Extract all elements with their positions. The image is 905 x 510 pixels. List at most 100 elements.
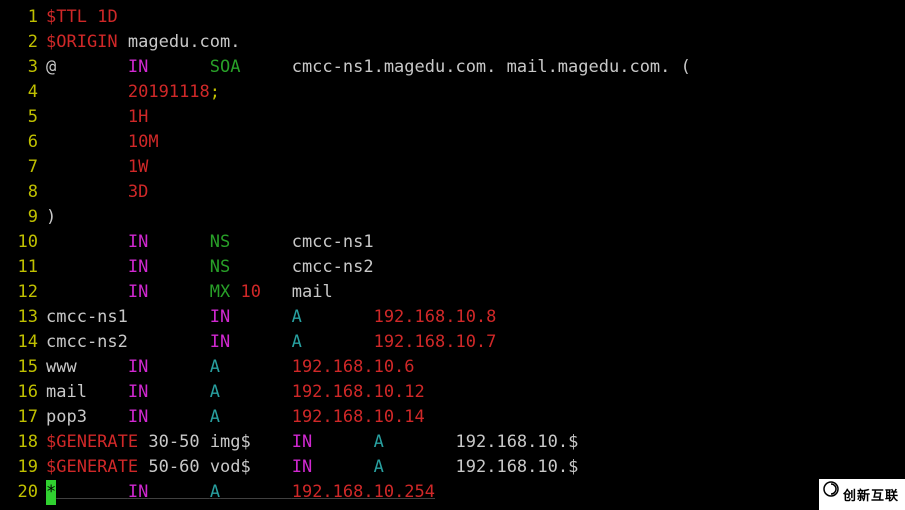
line-content: 3D [46,180,148,205]
code-token: 30-50 [148,432,199,452]
line-content: pop3 IN A 192.168.10.14 [46,405,425,430]
line-content: 1H [46,105,148,130]
line-content: IN MX 10 mail [46,280,333,305]
code-token [148,57,209,77]
line-content: 20191118; [46,80,220,105]
code-token [220,382,292,402]
code-token: magedu.com. [128,32,241,52]
line-content: 10M [46,130,159,155]
code-token: $TTL [46,7,87,27]
code-token: 20191118 [128,82,210,102]
code-editor[interactable]: 1$TTL 1D2$ORIGIN magedu.com.3@ IN SOA cm… [0,0,905,505]
line-content: $TTL 1D [46,5,118,30]
code-line[interactable]: 18$GENERATE 30-50 img$ IN A 192.168.10.$ [0,430,905,455]
code-token [118,32,128,52]
code-token: cmcc-ns1.magedu.com. mail.magedu.com. ( [292,57,691,77]
watermark-text: 创新互联 [843,488,899,503]
code-token [148,407,209,427]
line-number: 12 [0,280,46,305]
code-token: 192.168.10.7 [374,332,497,352]
code-token: 1D [97,7,117,27]
code-token [312,432,373,452]
code-token [46,232,128,252]
code-line[interactable]: 10 IN NS cmcc-ns1 [0,230,905,255]
code-line[interactable]: 14cmcc-ns2 IN A 192.168.10.7 [0,330,905,355]
line-number: 20 [0,480,46,505]
line-number: 19 [0,455,46,480]
code-token [46,282,128,302]
code-line[interactable]: 6 10M [0,130,905,155]
code-token [138,432,148,452]
code-line[interactable]: 17pop3 IN A 192.168.10.14 [0,405,905,430]
code-token: A [210,357,220,377]
line-number: 17 [0,405,46,430]
code-token [148,282,209,302]
code-token: IN [128,382,148,402]
code-token: cmcc-ns2 [292,257,374,277]
code-line[interactable]: 3@ IN SOA cmcc-ns1.magedu.com. mail.mage… [0,55,905,80]
line-content: IN NS cmcc-ns1 [46,230,374,255]
code-token: $GENERATE [46,457,138,477]
line-number: 18 [0,430,46,455]
code-line[interactable]: 20* IN A 192.168.10.254 [0,480,905,505]
code-token: IN [292,457,312,477]
code-line[interactable]: 9) [0,205,905,230]
code-line[interactable]: 13cmcc-ns1 IN A 192.168.10.8 [0,305,905,330]
code-token: IN [128,282,148,302]
code-token: 10 [241,282,261,302]
code-token: A [210,482,220,502]
code-line[interactable]: 12 IN MX 10 mail [0,280,905,305]
code-token [220,357,292,377]
code-token: 10M [128,132,159,152]
line-number: 9 [0,205,46,230]
code-token: IN [128,407,148,427]
cursor: * [46,480,56,505]
code-token: ) [46,207,56,227]
code-token: NS [210,257,230,277]
code-token [312,457,373,477]
code-token: 1W [128,157,148,177]
code-line[interactable]: 1$TTL 1D [0,5,905,30]
code-token [220,482,292,502]
code-token [261,282,292,302]
code-token: pop3 [46,407,128,427]
line-number: 10 [0,230,46,255]
line-number: 5 [0,105,46,130]
code-line[interactable]: 8 3D [0,180,905,205]
line-number: 15 [0,355,46,380]
line-content: 1W [46,155,148,180]
code-line[interactable]: 7 1W [0,155,905,180]
code-token: SOA [210,57,241,77]
watermark-icon [823,481,839,497]
code-token: IN [128,57,148,77]
code-token: 3D [128,182,148,202]
line-number: 1 [0,5,46,30]
code-token [230,307,291,327]
code-line[interactable]: 11 IN NS cmcc-ns2 [0,255,905,280]
code-line[interactable]: 16mail IN A 192.168.10.12 [0,380,905,405]
line-number: 3 [0,55,46,80]
code-token: $ORIGIN [46,32,118,52]
code-line[interactable]: 2$ORIGIN magedu.com. [0,30,905,55]
code-token [46,157,128,177]
code-token [230,332,291,352]
code-token [46,82,128,102]
code-line[interactable]: 5 1H [0,105,905,130]
code-token: 192.168.10.6 [292,357,415,377]
code-token: mail [46,382,128,402]
code-token: vod$ [210,457,292,477]
code-token [230,282,240,302]
line-content: IN NS cmcc-ns2 [46,255,374,280]
code-token [148,232,209,252]
code-token [302,307,374,327]
code-token: 192.168.10.12 [292,382,425,402]
code-line[interactable]: 15www IN A 192.168.10.6 [0,355,905,380]
code-line[interactable]: 19$GENERATE 50-60 vod$ IN A 192.168.10.$ [0,455,905,480]
code-token: 192.168.10.254 [292,482,435,502]
code-token [148,482,209,502]
line-content: * IN A 192.168.10.254 [46,480,435,505]
code-line[interactable]: 4 20191118; [0,80,905,105]
line-number: 13 [0,305,46,330]
line-number: 6 [0,130,46,155]
code-token: NS [210,232,230,252]
